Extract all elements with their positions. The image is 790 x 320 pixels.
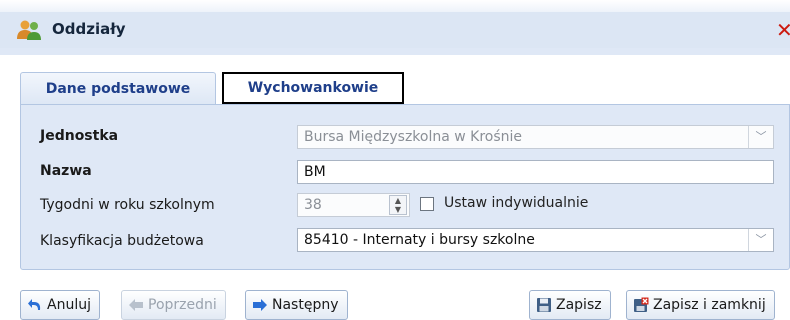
previous-label: Poprzedni xyxy=(148,297,217,313)
klasyfikacja-select[interactable]: 85410 - Internaty i bursy szkolne ﹀ xyxy=(297,228,774,252)
klasyfikacja-value: 85410 - Internaty i bursy szkolne xyxy=(304,232,535,248)
save-close-button[interactable]: Zapisz i zamknij xyxy=(626,290,775,320)
jednostka-select[interactable]: Bursa Międzyszkolna w Krośnie ﹀ xyxy=(297,125,774,149)
tab-basic-data[interactable]: Dane podstawowe xyxy=(20,72,216,105)
users-icon xyxy=(17,20,41,40)
jednostka-value: Bursa Międzyszkolna w Krośnie xyxy=(304,129,523,145)
nazwa-value: BM xyxy=(304,164,326,180)
klasyfikacja-label: Klasyfikacja budżetowa xyxy=(40,233,204,249)
nazwa-input[interactable]: BM xyxy=(297,160,774,184)
save-label: Zapisz xyxy=(556,297,602,313)
save-button[interactable]: Zapisz xyxy=(529,290,611,320)
tygodnie-stepper[interactable]: 38 ▲ ▼ xyxy=(297,193,410,217)
save-close-label: Zapisz i zamknij xyxy=(653,297,766,313)
ustaw-label: Ustaw indywidualnie xyxy=(444,195,589,211)
tab-pupils[interactable]: Wychowankowie xyxy=(222,72,404,104)
close-icon[interactable]: ✕ xyxy=(776,20,790,40)
tygodnie-label: Tygodni w roku szkolnym xyxy=(40,197,215,213)
window-title: Oddziały xyxy=(52,20,126,38)
previous-button[interactable]: Poprzedni xyxy=(121,290,226,320)
jednostka-label: Jednostka xyxy=(40,128,119,144)
ustaw-checkbox[interactable] xyxy=(420,197,434,211)
next-button[interactable]: Następny xyxy=(245,290,348,320)
spinner-icon[interactable]: ▲ ▼ xyxy=(389,195,407,215)
window-header: Oddziały ✕ xyxy=(0,0,790,55)
arrow-left-icon xyxy=(129,299,143,311)
cancel-button[interactable]: Anuluj xyxy=(20,290,100,320)
floppy-disk-close-icon xyxy=(634,297,649,312)
nazwa-label: Nazwa xyxy=(40,163,92,179)
cancel-label: Anuluj xyxy=(47,297,91,313)
arrow-right-icon xyxy=(253,299,267,311)
undo-icon xyxy=(28,299,41,310)
tygodnie-value: 38 xyxy=(304,197,322,213)
next-label: Następny xyxy=(272,297,339,313)
floppy-disk-icon xyxy=(537,298,551,312)
chevron-down-icon[interactable]: ﹀ xyxy=(748,229,773,251)
chevron-down-icon[interactable]: ﹀ xyxy=(748,126,773,148)
